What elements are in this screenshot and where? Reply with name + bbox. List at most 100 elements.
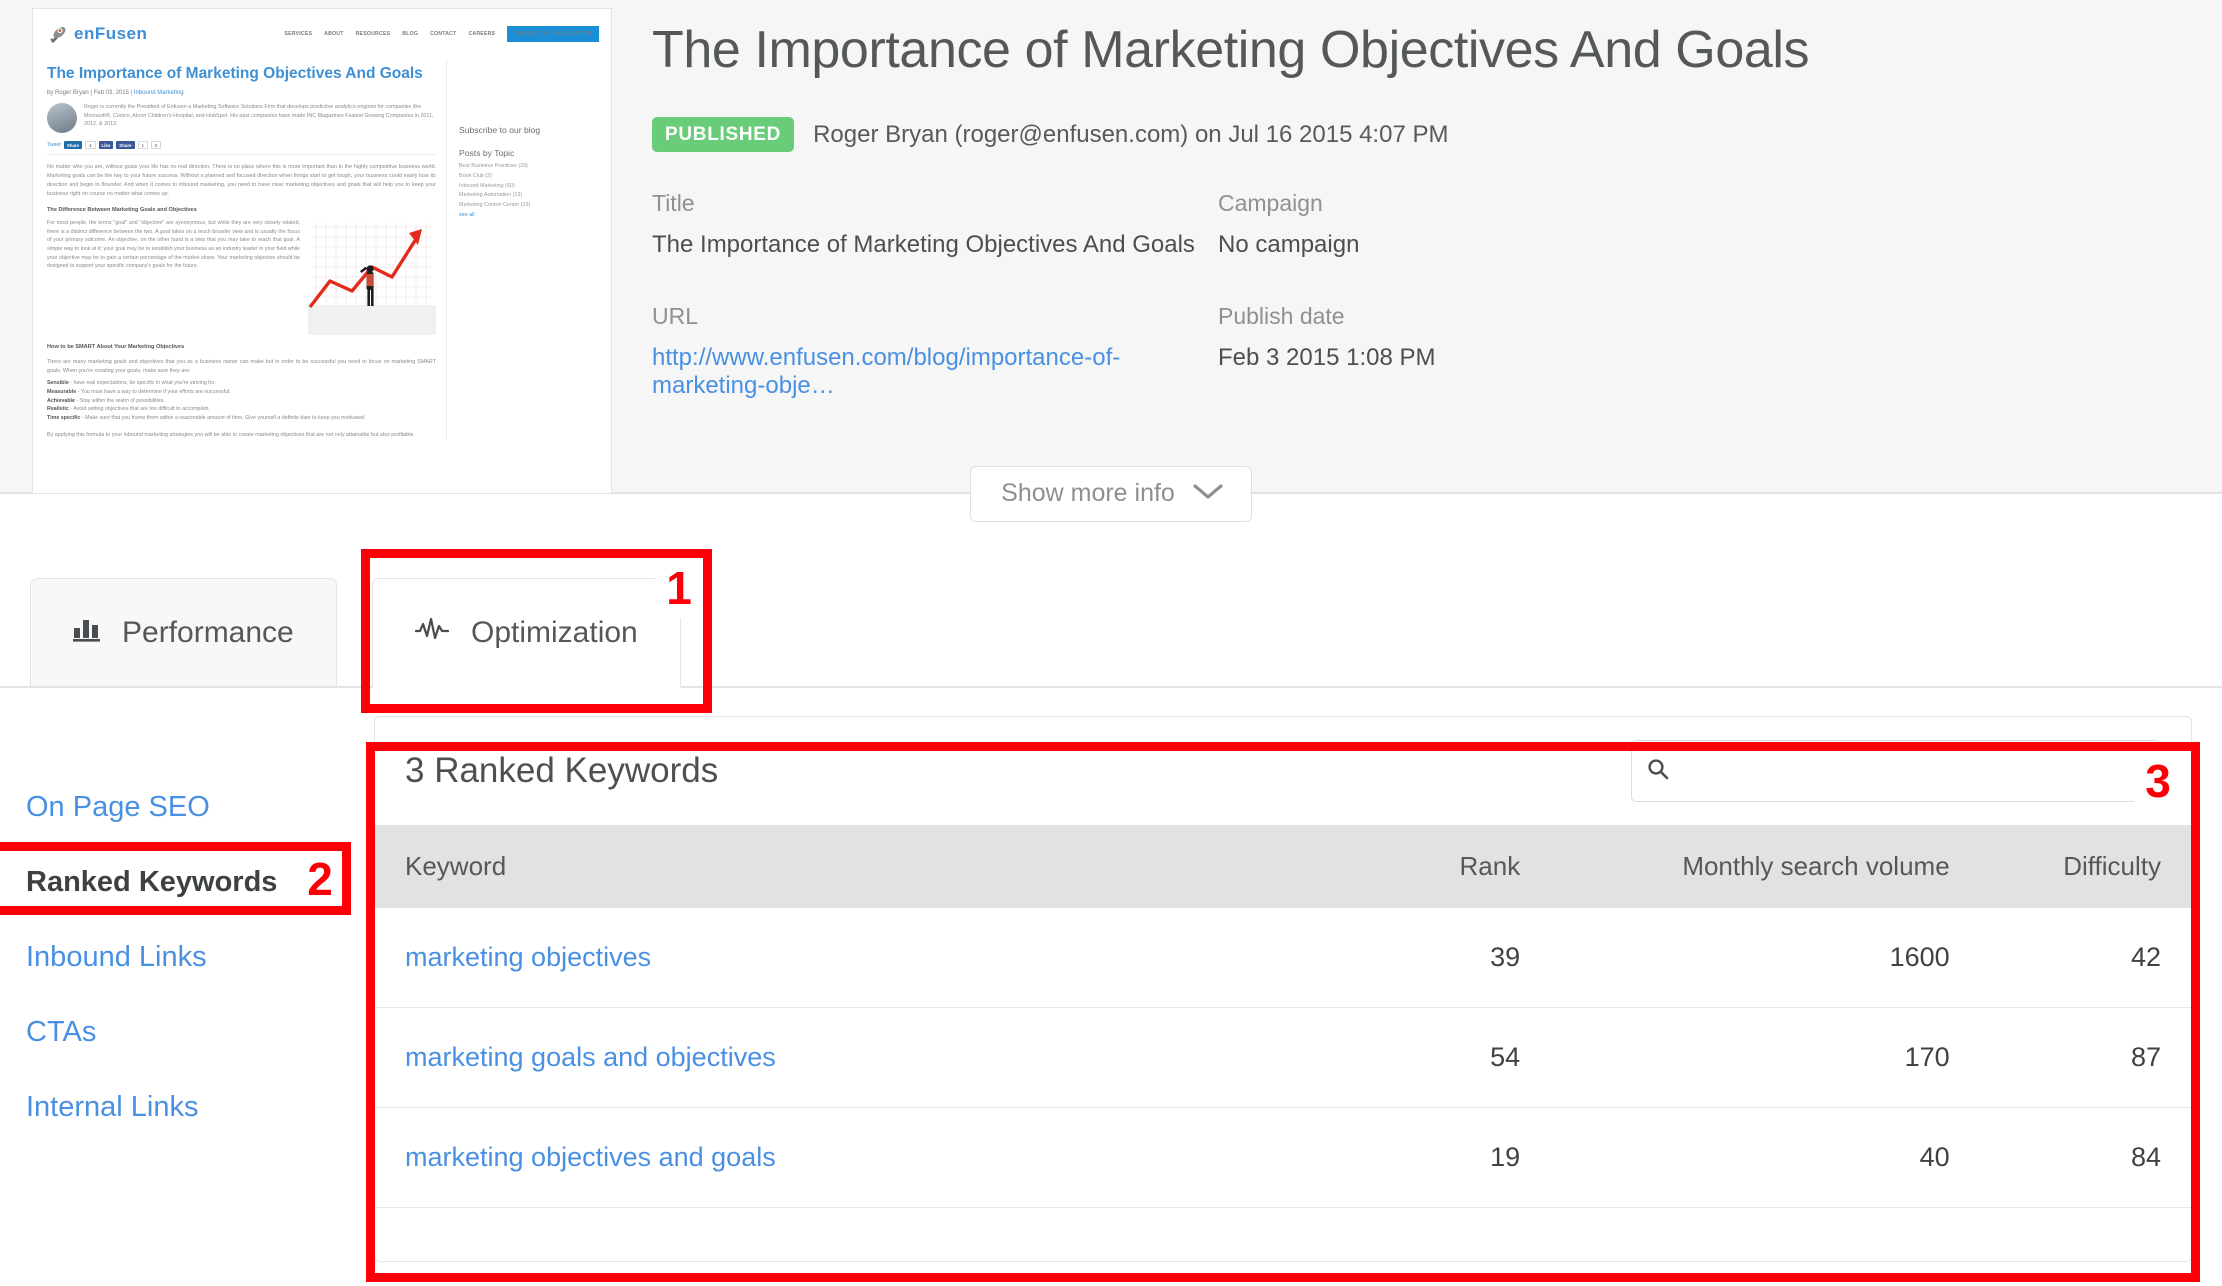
column-header-monthly-search-volume[interactable]: Monthly search volume bbox=[1520, 825, 1950, 908]
smart-desc: - have real expectations, be specific in… bbox=[68, 379, 216, 386]
thumb-paragraph: For most people, the terms "goal" and "o… bbox=[47, 220, 300, 270]
thumb-facebook-like: Like bbox=[98, 141, 114, 150]
list-item: Book Club (2) bbox=[459, 172, 492, 179]
sidebar-item-on-page-seo[interactable]: On Page SEO bbox=[26, 770, 356, 845]
annotation-number-1: 1 bbox=[655, 558, 703, 618]
panel-title: 3 Ranked Keywords bbox=[405, 751, 719, 790]
metadata-column-right: Campaign No campaign Publish date Feb 3 … bbox=[1218, 190, 1784, 400]
annotation-number-2: 2 bbox=[298, 851, 342, 906]
thumb-cta-button: REQUEST A CONSULTATION bbox=[507, 26, 599, 42]
status-line: PUBLISHED Roger Bryan (roger@enfusen.com… bbox=[652, 117, 2192, 153]
sidebar-item-internal-links[interactable]: Internal Links bbox=[26, 1070, 356, 1145]
publish-date-value: Feb 3 2015 1:08 PM bbox=[1218, 344, 1436, 372]
url-link[interactable]: http://www.enfusen.com/blog/importance-o… bbox=[652, 344, 1218, 400]
column-header-rank[interactable]: Rank bbox=[1274, 825, 1521, 908]
thumb-share-count: 4 bbox=[85, 141, 96, 150]
list-item: Inbound Marketing (60) bbox=[459, 182, 515, 189]
ranked-keywords-panel: 3 Ranked Keywords Keyword Rank Monthly s… bbox=[374, 716, 2192, 1262]
keyword-link[interactable]: marketing goals and objectives bbox=[405, 1042, 776, 1072]
url-field: URL http://www.enfusen.com/blog/importan… bbox=[652, 303, 1218, 400]
table-row: marketing objectives 39 1600 42 bbox=[375, 908, 2191, 1008]
list-item: Marketing Automation (13) bbox=[459, 192, 523, 199]
cell-volume: 170 bbox=[1520, 1007, 1950, 1108]
thumb-growth-chart-image bbox=[308, 219, 436, 336]
title-label: Title bbox=[652, 190, 695, 217]
thumb-see-all-link: see all bbox=[459, 212, 475, 219]
document-header: enFusen SERVICES ABOUT RESOURCES BLOG CO… bbox=[0, 0, 2222, 494]
smart-term: Measurable bbox=[47, 388, 77, 395]
list-item: Best Business Practices (33) bbox=[459, 163, 528, 169]
cell-rank: 19 bbox=[1274, 1107, 1521, 1208]
publish-date-field: Publish date Feb 3 2015 1:08 PM bbox=[1218, 303, 1784, 372]
thumb-nav-item: CONTACT bbox=[430, 31, 457, 37]
cell-keyword: marketing goals and objectives bbox=[375, 1007, 1275, 1108]
smart-desc: - Make sure that you frame them within a… bbox=[80, 415, 366, 422]
cell-difficulty: 87 bbox=[1949, 1007, 2191, 1108]
page-thumbnail-preview[interactable]: enFusen SERVICES ABOUT RESOURCES BLOG CO… bbox=[32, 8, 612, 494]
thumb-navbar: enFusen SERVICES ABOUT RESOURCES BLOG CO… bbox=[33, 9, 611, 55]
smart-term: Sensible bbox=[47, 379, 69, 386]
tab-optimization[interactable]: Optimization bbox=[372, 578, 681, 688]
thumb-nav-item: CAREERS bbox=[468, 31, 496, 37]
rocket-icon bbox=[47, 23, 69, 45]
thumb-brand: enFusen bbox=[74, 24, 148, 43]
thumb-author-block: Roger is currently the President of Enfu… bbox=[47, 103, 436, 134]
avatar bbox=[47, 103, 77, 134]
thumb-body: The Importance of Marketing Objectives A… bbox=[33, 55, 611, 440]
page-root: enFusen SERVICES ABOUT RESOURCES BLOG CO… bbox=[0, 0, 2222, 1286]
keyword-search-box[interactable] bbox=[1631, 740, 2161, 802]
list-item: Measurable - You must have a way to dete… bbox=[47, 388, 436, 397]
smart-term: Time specific bbox=[47, 415, 81, 422]
thumb-author-bio: Roger is currently the President of Enfu… bbox=[84, 104, 434, 128]
search-input[interactable] bbox=[1682, 757, 2146, 785]
metadata-grid: Title The Importance of Marketing Object… bbox=[652, 190, 2192, 400]
keyword-link[interactable]: marketing objectives and goals bbox=[405, 1142, 776, 1172]
thumb-flow-row: For most people, the terms "goal" and "o… bbox=[47, 219, 436, 336]
metadata-column-left: Title The Importance of Marketing Object… bbox=[652, 190, 1218, 400]
thumb-logo: enFusen bbox=[47, 23, 147, 45]
thumb-subscribe-heading: Subscribe to our blog bbox=[459, 125, 541, 135]
panel-header: 3 Ranked Keywords bbox=[375, 717, 2191, 825]
tab-optimization-label: Optimization bbox=[471, 615, 638, 649]
table-body: marketing objectives 39 1600 42 marketin… bbox=[375, 908, 2191, 1208]
table-row: marketing goals and objectives 54 170 87 bbox=[375, 1007, 2191, 1108]
tab-performance-label: Performance bbox=[122, 616, 294, 649]
bar-chart-icon bbox=[73, 616, 100, 650]
thumb-paragraph: There are many marketing goals and objec… bbox=[47, 359, 436, 375]
page-title: The Importance of Marketing Objectives A… bbox=[652, 21, 1810, 79]
column-header-difficulty[interactable]: Difficulty bbox=[1949, 825, 2191, 908]
tab-bar: Performance Optimization bbox=[0, 578, 2222, 688]
list-item: Realistic - Avoid setting objectives tha… bbox=[47, 405, 436, 414]
sidebar-item-ctas[interactable]: CTAs bbox=[26, 995, 356, 1070]
thumb-smart-list: Sensible - have real expectations, be sp… bbox=[47, 379, 436, 423]
cell-difficulty: 42 bbox=[1949, 908, 2191, 1008]
table-row: marketing objectives and goals 19 40 84 bbox=[375, 1107, 2191, 1208]
show-more-info-button[interactable]: Show more info bbox=[970, 466, 1252, 522]
thumb-post-title: The Importance of Marketing Objectives A… bbox=[47, 65, 423, 82]
cell-volume: 1600 bbox=[1520, 908, 1950, 1008]
chevron-down-icon bbox=[1193, 479, 1223, 508]
thumb-topics-list: Best Business Practices (33) Book Club (… bbox=[459, 162, 597, 221]
keyword-link[interactable]: marketing objectives bbox=[405, 942, 651, 972]
list-item: Time specific - Make sure that you frame… bbox=[47, 414, 436, 423]
thumb-fb-count: 1 bbox=[137, 141, 148, 150]
thumb-linkedin-share: Share bbox=[63, 141, 83, 150]
smart-desc: - You must have a way to determine if yo… bbox=[76, 388, 231, 395]
campaign-label: Campaign bbox=[1218, 190, 1323, 217]
sidebar-item-inbound-links[interactable]: Inbound Links bbox=[26, 920, 356, 995]
table-header-row: Keyword Rank Monthly search volume Diffi… bbox=[375, 825, 2191, 908]
show-more-wrapper: Show more info bbox=[0, 466, 2222, 522]
thumb-heading: The Difference Between Marketing Goals a… bbox=[47, 207, 197, 214]
annotation-number-3: 3 bbox=[2134, 751, 2182, 811]
tab-performance[interactable]: Performance bbox=[30, 578, 337, 688]
smart-desc: - Avoid setting objectives that are too … bbox=[68, 406, 210, 413]
activity-pulse-icon bbox=[414, 616, 450, 650]
thumb-nav-links: SERVICES ABOUT RESOURCES BLOG CONTACT CA… bbox=[284, 26, 599, 42]
column-header-keyword[interactable]: Keyword bbox=[375, 825, 1275, 908]
thumb-sidebar: Subscribe to our blog Posts by Topic Bes… bbox=[447, 59, 597, 440]
thumb-pin-count: 0 bbox=[150, 141, 162, 150]
thumb-heading: How to be SMART About Your Marketing Obj… bbox=[47, 344, 185, 351]
thumb-topics-heading: Posts by Topic bbox=[459, 148, 515, 158]
optimization-sidenav: On Page SEO Ranked Keywords Inbound Link… bbox=[26, 770, 356, 1145]
show-more-label: Show more info bbox=[1001, 479, 1175, 507]
